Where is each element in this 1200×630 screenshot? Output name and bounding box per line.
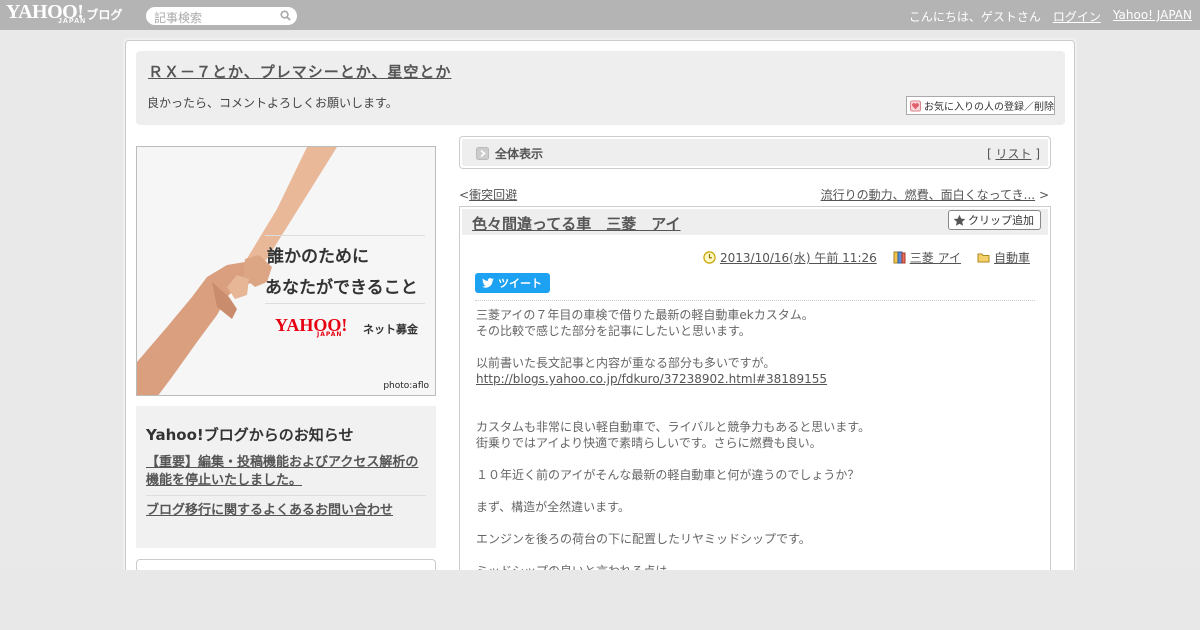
article-paragraph: 三菱アイの７年目の車検で借りた最新の軽自動車ekカスタム。 <box>476 308 814 322</box>
article-reference-link[interactable]: http://blogs.yahoo.co.jp/fdkuro/37238902… <box>476 372 827 386</box>
article-body: 三菱アイの７年目の車検で借りた最新の軽自動車ekカスタム。 その比較で感じた部分… <box>476 307 1036 579</box>
clip-add-button[interactable]: クリップ追加 <box>948 210 1041 230</box>
blog-title[interactable]: ＲＸ－７とか、プレマシーとか、星空とか <box>148 61 451 82</box>
bracket-close: ] <box>1035 147 1040 161</box>
donation-ad-banner[interactable]: 誰かのために あなたができること YAHOO! JAPAN ネット募金 phot… <box>136 146 436 396</box>
search-input[interactable] <box>154 9 274 27</box>
article-tag-link[interactable]: 三菱 アイ <box>910 249 961 266</box>
blog-notice-box: Yahoo!ブログからのお知らせ 【重要】編集・投稿機能およびアクセス解析の機能… <box>136 406 436 548</box>
next-article-link[interactable]: 流行りの動力、燃費、面白くなってき... <box>821 188 1036 202</box>
ad-service-name: ネット募金 <box>363 323 418 336</box>
previous-article-nav: <衝突回避 <box>459 186 517 203</box>
greeting-text: こんにちは、ゲストさん <box>908 10 1041 24</box>
yahoo-logo-japan: JAPAN <box>58 18 87 25</box>
page-bottom-overlay <box>0 570 1200 630</box>
tweet-button[interactable]: ツイート <box>475 273 550 293</box>
view-all-label: 全体表示 <box>495 147 544 161</box>
notice-link-important[interactable]: 【重要】編集・投稿機能およびアクセス解析の機能を停止いたしました。 <box>146 454 426 496</box>
article-paragraph: エンジンを後ろの荷台の下に配置したリヤミッドシップです。 <box>476 532 811 546</box>
top-bar: YAHOO! JAPAN ブログ こんにちは、ゲストさん ログイン Yahoo!… <box>0 0 1200 30</box>
article-title[interactable]: 色々間違ってる車 三菱 アイ <box>472 213 681 234</box>
blog-logo-text: ブログ <box>86 8 123 22</box>
article-category: 自動車 <box>977 249 1030 266</box>
notice-title: Yahoo!ブログからのお知らせ <box>146 426 354 444</box>
ad-headline-1: 誰かのために <box>267 247 369 267</box>
star-icon <box>953 214 966 226</box>
article-tag: 三菱 アイ <box>893 249 961 266</box>
heart-icon <box>910 100 921 111</box>
notice-link-faq[interactable]: ブログ移行に関するよくあるお問い合わせ <box>146 502 426 525</box>
article-paragraph: その比較で感じた部分を記事にしたいと思います。 <box>476 324 751 338</box>
view-list-toggle: [ リスト ] <box>987 145 1040 162</box>
tweet-label: ツイート <box>498 277 542 290</box>
yahoo-japan-link[interactable]: Yahoo! JAPAN <box>1113 8 1192 25</box>
article-paragraph: １０年近く前のアイがそんな最新の軽自動車と何が違うのでしょうか？ <box>476 468 860 482</box>
next-article-nav: 流行りの動力、燃費、面白くなってき... > <box>821 186 1049 203</box>
clip-add-label: クリップ追加 <box>968 214 1034 227</box>
article-date-link[interactable]: 2013/10/16(水) 午前 11:26 <box>720 249 877 266</box>
view-mode-bar: 全体表示 [ リスト ] <box>459 136 1051 169</box>
arrow-right-icon <box>476 147 489 160</box>
next-arrow: > <box>1038 188 1049 202</box>
blog-header: ＲＸ－７とか、プレマシーとか、星空とか 良かったら、コメントよろしくお願いします… <box>136 51 1065 125</box>
ad-headline-2: あなたができること <box>265 278 418 298</box>
yahoo-blog-logo[interactable]: YAHOO! JAPAN ブログ <box>6 2 123 27</box>
favorite-register-button[interactable]: お気に入りの人の登録／削除 <box>906 96 1055 115</box>
article-paragraph: まず、構造が全然違います。 <box>476 500 630 514</box>
prev-arrow: < <box>459 188 470 202</box>
article-date: 2013/10/16(水) 午前 11:26 <box>703 249 877 266</box>
bracket-open: [ <box>986 147 992 161</box>
article-paragraph: カスタムも非常に良い軽自動車で、ライバルと競争力もあると思います。 <box>476 420 871 434</box>
article-paragraph: 以前書いた長文記事と内容が重なる部分も多いですが。 <box>476 356 776 370</box>
folder-icon <box>977 253 990 263</box>
meta-divider <box>475 300 1035 301</box>
clock-icon <box>703 251 716 264</box>
article-header: 色々間違ってる車 三菱 アイ クリップ追加 <box>462 209 1048 235</box>
ad-divider <box>265 235 425 236</box>
list-view-link[interactable]: リスト <box>995 147 1031 161</box>
twitter-bird-icon <box>482 278 494 288</box>
blog-frame: ＲＸ－７とか、プレマシーとか、星空とか 良かったら、コメントよろしくお願いします… <box>125 40 1075 619</box>
login-link[interactable]: ログイン <box>1053 8 1101 25</box>
helping-hands-image <box>137 147 435 395</box>
article-meta: 2013/10/16(水) 午前 11:26 三菱 アイ 自動車 <box>703 249 1030 266</box>
article-panel: 色々間違ってる車 三菱 アイ クリップ追加 2013/10/16(水) 午前 1… <box>459 206 1051 606</box>
favorite-register-label: お気に入りの人の登録／削除 <box>924 102 1054 113</box>
search-icon[interactable] <box>280 10 291 21</box>
ad-photo-credit: photo:aflo <box>383 381 429 391</box>
ad-divider <box>265 303 425 304</box>
previous-article-link[interactable]: 衝突回避 <box>469 188 517 202</box>
article-category-link[interactable]: 自動車 <box>994 249 1030 266</box>
ad-yahoo-japan: JAPAN <box>317 331 343 338</box>
search-box <box>146 7 297 27</box>
book-icon <box>893 251 906 264</box>
blog-description: 良かったら、コメントよろしくお願いします。 <box>147 96 398 110</box>
article-paragraph: 街乗りではアイより快適で素晴らしいです。さらに燃費も良い。 <box>476 436 822 450</box>
user-menu: こんにちは、ゲストさん ログイン Yahoo! JAPAN <box>909 8 1192 25</box>
